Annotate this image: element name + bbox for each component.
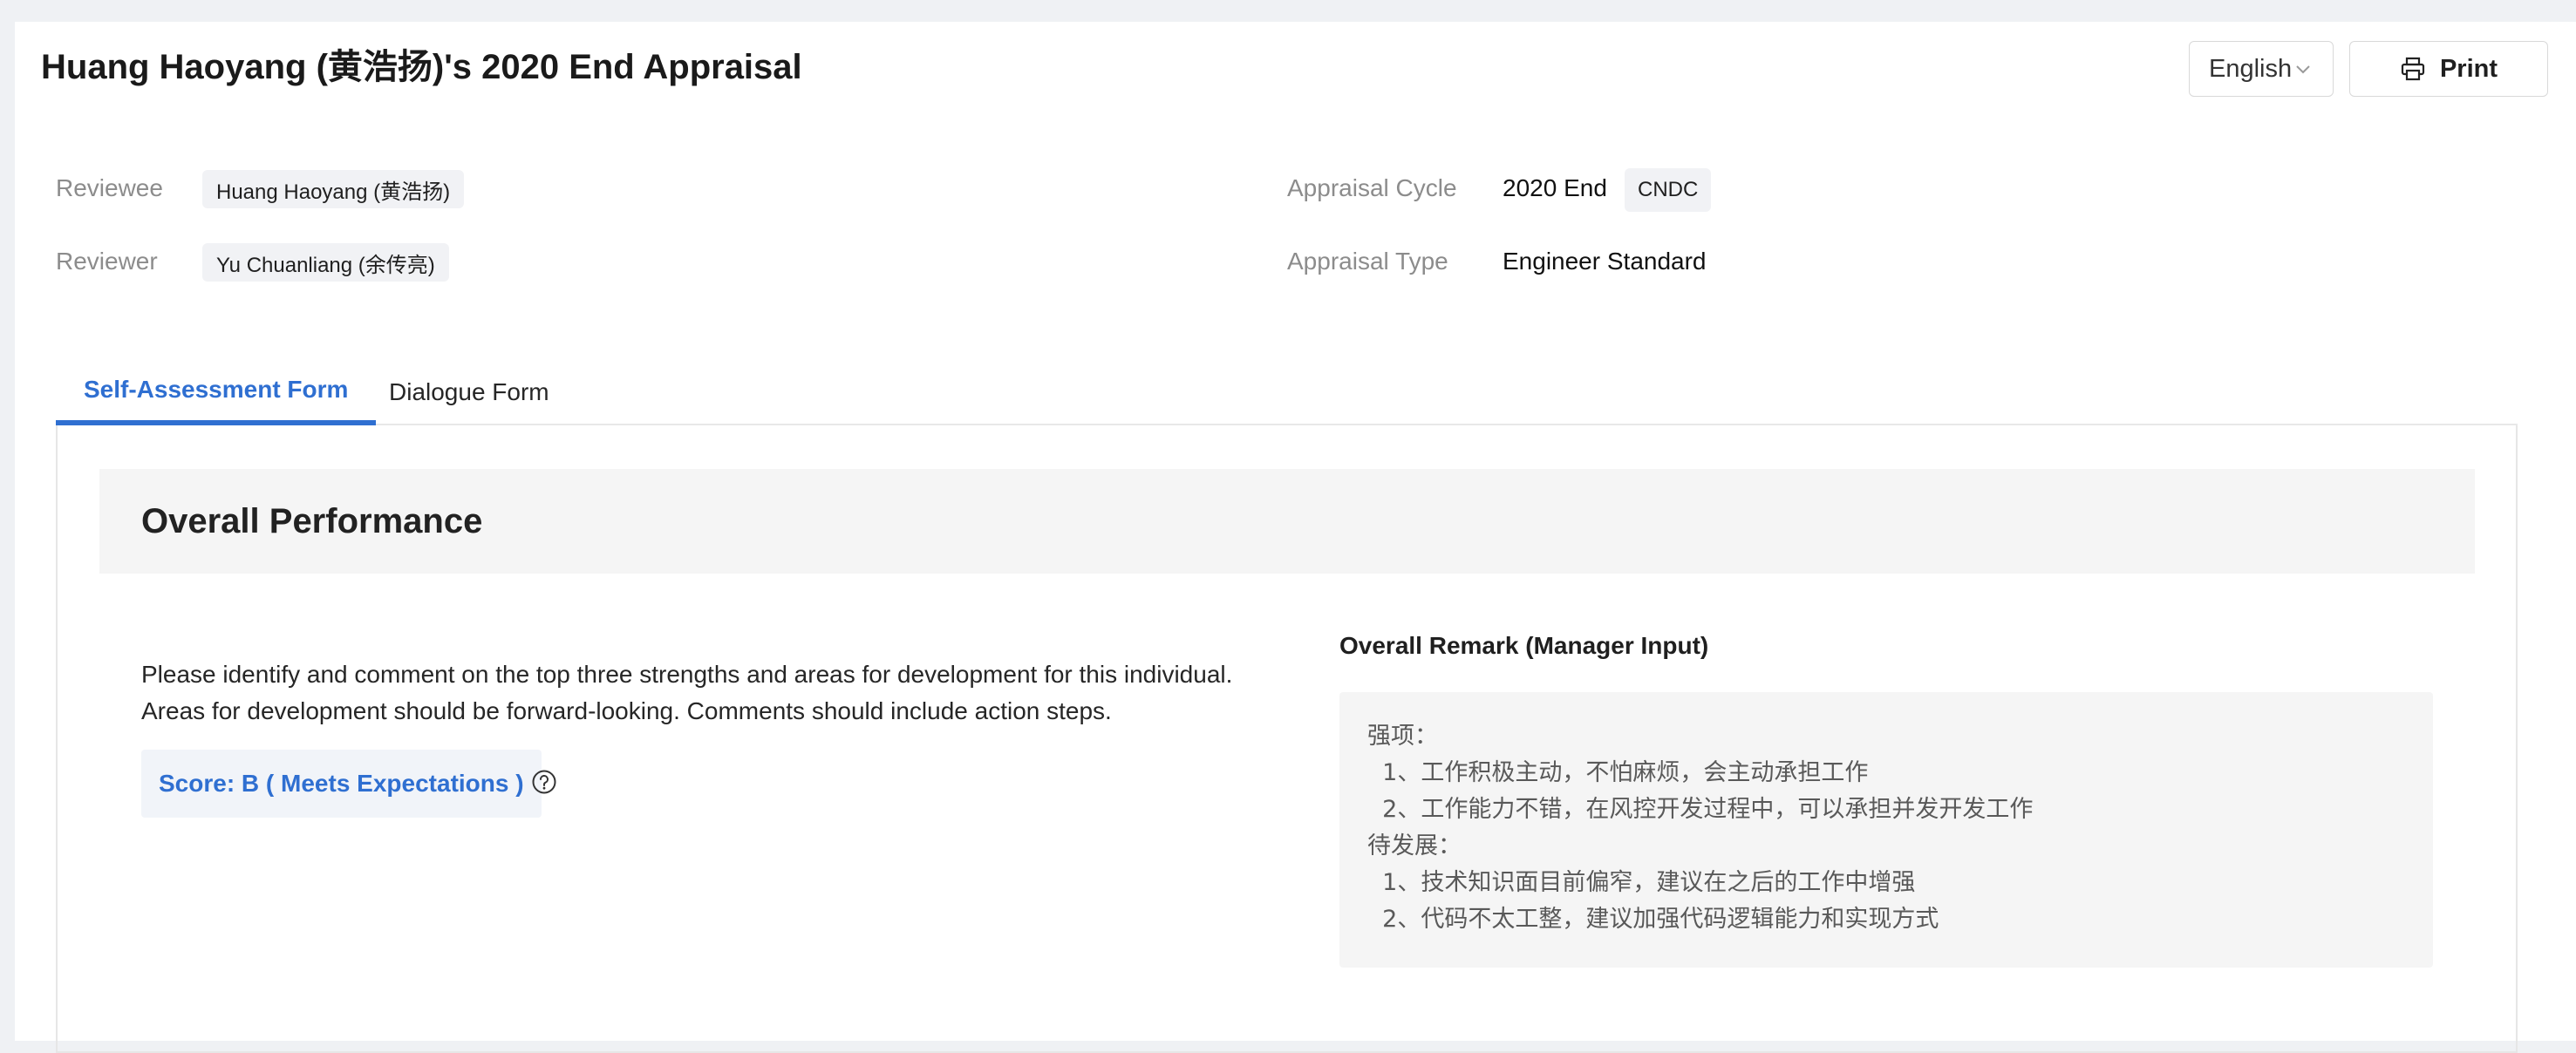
appraisal-cycle-value: 2020 End — [1503, 174, 1607, 201]
score-badge: Score: B ( Meets Expectations ) — [141, 750, 542, 818]
print-button-label: Print — [2439, 54, 2498, 83]
cycle-region-tag: CNDC — [1625, 168, 1712, 212]
instructions-text: Please identify and comment on the top t… — [141, 661, 1233, 724]
question-circle-icon[interactable] — [531, 769, 557, 795]
remark-line: 待发展： — [1367, 832, 1462, 859]
chevron-down-icon — [2293, 59, 2313, 78]
remark-title: Overall Remark (Manager Input) — [1339, 632, 1709, 659]
remark-line: 1、技术知识面目前偏窄，建议在之后的工作中增强 — [1367, 869, 1916, 896]
appraisal-type-value: Engineer Standard — [1503, 248, 1707, 275]
reviewee-label: Reviewee — [56, 174, 163, 201]
tab-self-assessment-form[interactable]: Self-Assessment Form — [56, 359, 377, 425]
appraisal-type-label: Appraisal Type — [1287, 248, 1448, 275]
reviewer-label: Reviewer — [56, 248, 158, 275]
remark-line: 强项： — [1367, 723, 1438, 750]
section-header: Overall Performance — [99, 469, 2475, 574]
reviewee-tag: Huang Haoyang (黄浩扬) — [202, 170, 465, 208]
reviewer-tag: Yu Chuanliang (余传亮) — [202, 243, 449, 282]
tab-dialogue-form[interactable]: Dialogue Form — [361, 359, 577, 425]
remark-box: 强项： 1、工作积极主动，不怕麻烦，会主动承担工作 2、工作能力不错，在风控开发… — [1339, 692, 2433, 968]
remark-line: 2、代码不太工整，建议加强代码逻辑能力和实现方式 — [1367, 906, 1939, 933]
printer-icon — [2400, 56, 2426, 82]
remark-line: 1、工作积极主动，不怕麻烦，会主动承担工作 — [1367, 759, 1869, 786]
language-select-value: English — [2209, 54, 2293, 83]
page-title: Huang Haoyang (黄浩扬)'s 2020 End Appraisal — [41, 48, 802, 86]
appraisal-cycle-label: Appraisal Cycle — [1287, 174, 1457, 201]
remark-line: 2、工作能力不错，在风控开发过程中，可以承担并发开发工作 — [1367, 796, 2034, 823]
section-title: Overall Performance — [141, 501, 483, 540]
language-select[interactable]: English — [2189, 41, 2334, 97]
print-button[interactable]: Print — [2349, 41, 2548, 97]
